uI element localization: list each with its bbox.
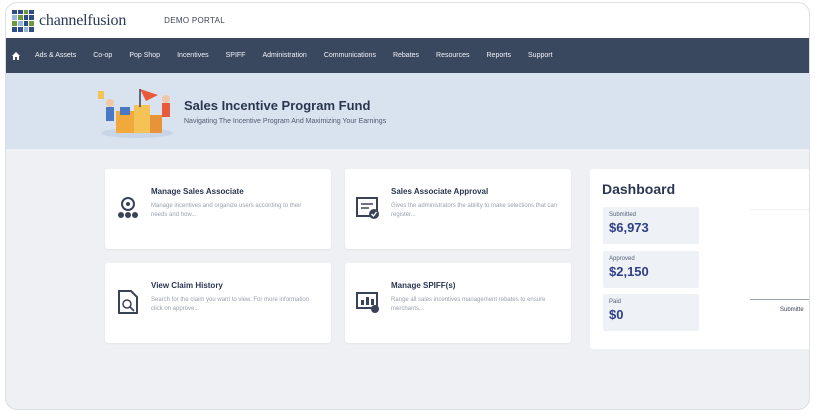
brand-bar: channelfusion DEMO PORTAL bbox=[6, 3, 809, 38]
stat-label: Paid bbox=[609, 299, 622, 305]
card-description: Gives the administrators the ability to … bbox=[391, 203, 558, 218]
main-content: Manage Sales Associate Manage incentives… bbox=[6, 149, 809, 409]
chart-x-label: Submitte bbox=[780, 307, 804, 313]
chart-x-axis bbox=[750, 299, 809, 300]
stat-value: $2,150 bbox=[609, 264, 649, 279]
main-nav: Ads & Assets Co-op Pop Shop Incentives S… bbox=[6, 38, 809, 73]
card-title: Manage SPIFF(s) bbox=[391, 281, 456, 290]
dashboard-title: Dashboard bbox=[602, 181, 676, 197]
logo-icon bbox=[12, 9, 34, 32]
stat-value: $0 bbox=[609, 307, 624, 322]
nav-item-spiff[interactable]: SPIFF bbox=[226, 52, 246, 59]
nav-item-rebates[interactable]: Rebates bbox=[393, 52, 419, 59]
nav-item-support[interactable]: Support bbox=[528, 52, 553, 59]
card-sales-associate-approval[interactable]: Sales Associate Approval Gives the admin… bbox=[345, 169, 571, 249]
claim-document-icon bbox=[118, 290, 138, 314]
app-window: channelfusion DEMO PORTAL Ads & Assets C… bbox=[5, 2, 810, 410]
nav-item-co-op[interactable]: Co-op bbox=[93, 52, 112, 59]
page-title: Sales Incentive Program Fund bbox=[184, 97, 371, 113]
card-description: Manage incentives and organize users acc… bbox=[151, 203, 302, 218]
card-title: Manage Sales Associate bbox=[151, 187, 244, 196]
approval-form-icon bbox=[356, 197, 379, 219]
card-description: Search for the claim you want to view. F… bbox=[151, 297, 310, 312]
card-manage-spiffs[interactable]: Manage SPIFF(s) Range all sales incentiv… bbox=[345, 263, 571, 343]
card-title: Sales Associate Approval bbox=[391, 187, 489, 196]
card-description: Range all sales incentives management re… bbox=[391, 297, 546, 312]
stat-label: Approved bbox=[609, 256, 635, 262]
stat-paid: Paid $0 bbox=[603, 294, 699, 331]
stat-submitted: Submitted $6,973 bbox=[603, 207, 699, 244]
nav-item-resources[interactable]: Resources bbox=[436, 52, 469, 59]
card-title: View Claim History bbox=[151, 281, 223, 290]
stat-approved: Approved $2,150 bbox=[603, 251, 699, 288]
nav-item-communications[interactable]: Communications bbox=[324, 52, 376, 59]
nav-item-ads-assets[interactable]: Ads & Assets bbox=[35, 52, 76, 59]
channelfusion-logo[interactable]: channelfusion bbox=[12, 9, 127, 32]
page-subtitle: Navigating The Incentive Program And Max… bbox=[184, 117, 387, 125]
portal-label: DEMO PORTAL bbox=[164, 16, 225, 25]
stat-label: Submitted bbox=[609, 212, 637, 218]
home-icon[interactable] bbox=[11, 51, 21, 61]
hero-banner: Sales Incentive Program Fund Navigating … bbox=[6, 73, 809, 149]
chart-gridline bbox=[750, 209, 809, 210]
spiff-chart-icon bbox=[356, 292, 379, 313]
dashboard-panel: Dashboard Submitted $6,973 Approved $2,1… bbox=[590, 169, 809, 349]
nav-item-incentives[interactable]: Incentives bbox=[177, 52, 209, 59]
gear-people-icon bbox=[118, 197, 138, 218]
card-manage-sales-associate[interactable]: Manage Sales Associate Manage incentives… bbox=[105, 169, 331, 249]
hero-illustration bbox=[96, 81, 178, 141]
nav-item-administration[interactable]: Administration bbox=[262, 52, 306, 59]
nav-item-pop-shop[interactable]: Pop Shop bbox=[129, 52, 160, 59]
nav-item-reports[interactable]: Reports bbox=[487, 52, 512, 59]
brand-name: channelfusion bbox=[39, 11, 127, 29]
card-view-claim-history[interactable]: View Claim History Search for the claim … bbox=[105, 263, 331, 343]
stat-value: $6,973 bbox=[609, 220, 649, 235]
